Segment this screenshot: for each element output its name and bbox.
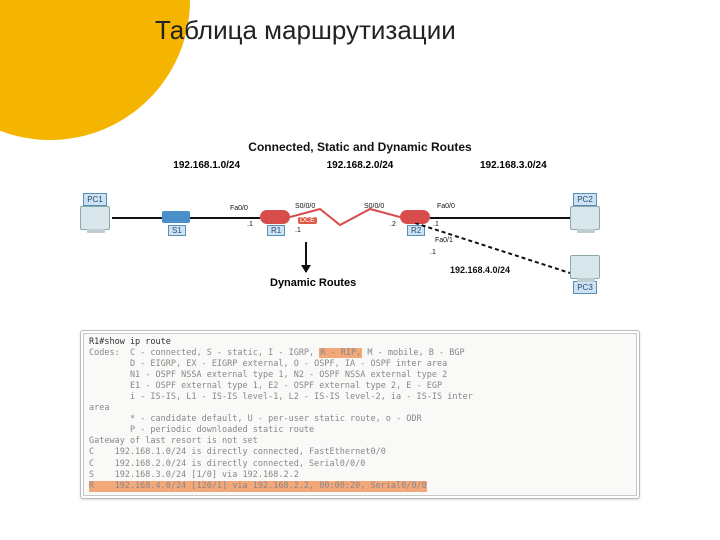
cli-line: E1 - OSPF external type 1, E2 - OSPF ext… [89, 381, 442, 391]
device-label: S1 [168, 225, 186, 236]
dynamic-routes-label: Dynamic Routes [270, 277, 356, 289]
pc-icon [80, 206, 110, 230]
cli-line: Codes: C - connected, S - static, I - IG… [89, 348, 319, 358]
cli-line: N1 - OSPF NSSA external type 1, N2 - OSP… [89, 370, 447, 380]
pc-icon [570, 255, 600, 279]
port-label: .1 [295, 227, 301, 234]
link [112, 217, 162, 219]
cli-line: D - EIGRP, EX - EIGRP external, O - OSPF… [89, 359, 447, 369]
subnet-row: 192.168.1.0/24 192.168.2.0/24 192.168.3.… [130, 160, 590, 171]
diagram-heading: Connected, Static and Dynamic Routes [80, 140, 640, 154]
port-label: Fa0/0 [437, 203, 455, 210]
cli-panel: R1#show ip route Codes: C - connected, S… [80, 330, 640, 499]
page-title: Таблица маршрутизации [155, 15, 456, 46]
cli-line: P - periodic downloaded static route [89, 425, 314, 435]
port-label: Fa0/0 [230, 205, 248, 212]
pc-label: PC3 [573, 281, 597, 294]
router-r2 [400, 210, 430, 224]
subnet-label: 192.168.2.0/24 [327, 160, 394, 171]
link [430, 217, 570, 219]
port-label: .2 [390, 221, 396, 228]
cli-line: Gateway of last resort is not set [89, 436, 258, 446]
network-diagram: Connected, Static and Dynamic Routes 192… [80, 140, 640, 320]
pc-label: PC2 [573, 193, 597, 206]
pc-label: PC1 [83, 193, 107, 206]
pc1: PC1 [80, 191, 110, 230]
cli-highlight: R - RIP, [319, 348, 362, 358]
port-label: .1 [247, 221, 253, 228]
subnet-label: 192.168.3.0/24 [480, 160, 547, 171]
device-label: R1 [267, 225, 285, 236]
cli-command: R1#show ip route [89, 337, 171, 347]
cli-line: * - candidate default, U - per-user stat… [89, 414, 422, 424]
cli-line: M - mobile, B - BGP [362, 348, 464, 358]
cli-route-line: C 192.168.2.0/24 is directly connected, … [89, 459, 365, 469]
subnet-label: 192.168.1.0/24 [173, 160, 240, 171]
cli-route-line: S 192.168.3.0/24 [1/0] via 192.168.2.2 [89, 470, 299, 480]
topology: PC1 S1 Fa0/0 .1 R1 S0/0/0 DCE .1 S0/0/0 … [80, 177, 640, 297]
cli-output: R1#show ip route Codes: C - connected, S… [83, 333, 637, 496]
pc3: PC3 [570, 255, 600, 294]
switch-s1 [162, 211, 190, 223]
cli-route-line: C 192.168.1.0/24 is directly connected, … [89, 447, 386, 457]
cli-line: i - IS-IS, L1 - IS-IS level-1, L2 - IS-I… [89, 392, 473, 402]
subnet-label: 192.168.4.0/24 [450, 265, 510, 275]
serial-link [290, 207, 400, 227]
cli-line: area [89, 403, 109, 413]
router-r1 [260, 210, 290, 224]
port-label: S0/0/0 [364, 203, 384, 210]
arrow-down-icon [305, 242, 307, 272]
link [190, 217, 260, 219]
cli-route-highlight: R 192.168.4.0/24 [120/1] via 192.168.2.2… [89, 481, 427, 492]
